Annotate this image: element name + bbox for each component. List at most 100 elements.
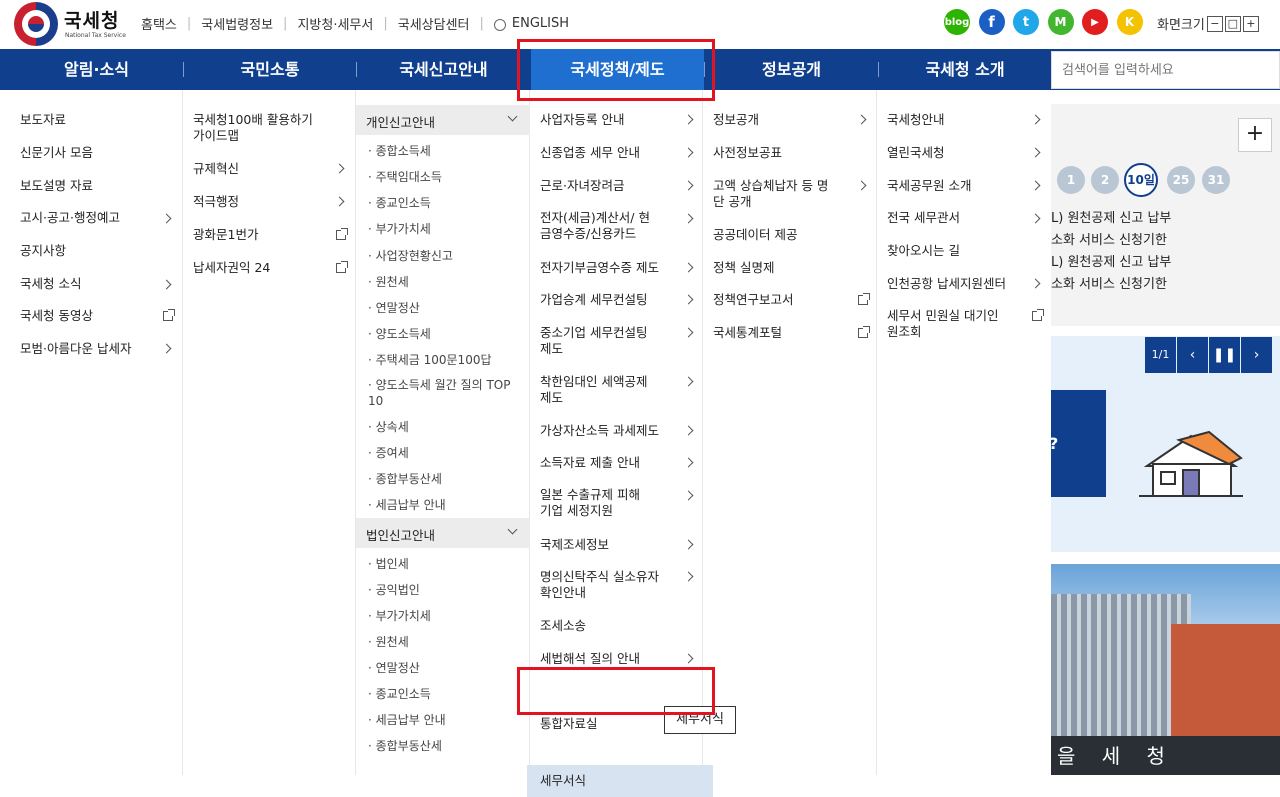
post-icon[interactable]: M — [1047, 9, 1074, 35]
gnb-item-disclosure[interactable]: 정보공개 — [705, 49, 878, 90]
gnb-item-news[interactable]: 알림·소식 — [10, 49, 183, 90]
submenu-item[interactable]: · 세금납부 안내 — [368, 711, 446, 728]
menu-item[interactable]: 국세청 동영상 — [20, 308, 93, 324]
menu-item[interactable]: 사전정보공표 — [713, 145, 782, 161]
menu-item[interactable]: 열린국세청 — [887, 145, 945, 161]
notice-text[interactable]: L) 원천공제 신고 납부 — [1051, 251, 1171, 270]
menu-item[interactable]: 전국 세무관서 — [887, 210, 960, 226]
submenu-item[interactable]: · 상속세 — [368, 418, 409, 435]
font-increase-button[interactable]: + — [1242, 15, 1259, 32]
submenu-item[interactable]: · 연말정산 — [368, 299, 420, 316]
menu-item[interactable]: 국세통계포털 — [713, 325, 782, 341]
gnb-item-about[interactable]: 국세청 소개 — [879, 49, 1051, 90]
submenu-item[interactable]: · 원천세 — [368, 633, 409, 650]
util-link-offices[interactable]: 지방청·세무서 — [297, 14, 373, 33]
submenu-item[interactable]: · 연말정산 — [368, 659, 420, 676]
menu-item[interactable]: 전자기부금영수증 제도 — [540, 260, 659, 276]
more-plus-button[interactable]: + — [1238, 118, 1272, 152]
menu-item[interactable]: 가업승계 세무컨설팅 — [540, 292, 647, 308]
menu-item[interactable]: 착한임대인 세액공제 제도 — [540, 374, 660, 406]
menu-item-selected[interactable]: 세무서식 — [527, 765, 713, 797]
menu-item[interactable]: 신종업종 세무 안내 — [540, 145, 640, 161]
submenu-item[interactable]: · 주택임대소득 — [368, 168, 442, 185]
calendar-date[interactable]: 31 — [1202, 166, 1230, 194]
menu-item[interactable]: 국세청 소식 — [20, 276, 81, 292]
submenu-header-personal[interactable]: 개인신고안내 — [356, 105, 530, 135]
util-link-counsel[interactable]: 국세상담센터 — [398, 14, 470, 33]
gnb-item-communication[interactable]: 국민소통 — [184, 49, 356, 90]
menu-item[interactable]: 소득자료 제출 안내 — [540, 455, 640, 471]
submenu-item[interactable]: · 양도소득세 월간 질의 TOP 10 — [368, 377, 518, 409]
menu-item[interactable]: 공지사항 — [20, 243, 66, 259]
menu-item[interactable]: 국세청안내 — [887, 112, 945, 128]
menu-item[interactable]: 명의신탁주식 실소유자 확인안내 — [540, 569, 670, 601]
submenu-item[interactable]: · 주택세금 100문100답 — [368, 351, 492, 368]
submenu-item[interactable]: · 세금납부 안내 — [368, 496, 446, 513]
menu-item[interactable]: 납세자권익 24 — [193, 260, 270, 276]
gnb-item-filing[interactable]: 국세신고안내 — [357, 49, 530, 90]
submenu-item[interactable]: · 종합부동산세 — [368, 737, 442, 754]
menu-item[interactable]: 신문기사 모음 — [20, 145, 93, 161]
menu-item[interactable]: 조세소송 — [540, 618, 586, 634]
submenu-item[interactable]: · 종교인소득 — [368, 685, 431, 702]
menu-item[interactable]: 사업자등록 안내 — [540, 112, 624, 128]
menu-item[interactable]: 적극행정 — [193, 194, 239, 210]
nts-logo[interactable]: 국세청 National Tax Service — [14, 2, 144, 46]
submenu-item[interactable]: · 부가가치세 — [368, 220, 431, 237]
menu-item[interactable]: 전자(세금)계산서/ 현금영수증/신용카드 — [540, 210, 660, 242]
menu-item[interactable]: 고액 상습체납자 등 명단 공개 — [713, 178, 833, 210]
submenu-item[interactable]: · 공익법인 — [368, 581, 420, 598]
menu-item[interactable]: 고시·공고·행정예고 — [20, 210, 120, 226]
twitter-icon[interactable]: t — [1013, 9, 1039, 35]
menu-item[interactable]: 세무서 민원실 대기인원조회 — [887, 308, 1007, 340]
calendar-date[interactable]: 25 — [1167, 166, 1195, 194]
notice-text[interactable]: L) 원천공제 신고 납부 — [1051, 207, 1171, 226]
blog-icon[interactable]: blog — [944, 9, 970, 35]
notice-text[interactable]: 소화 서비스 신청기한 — [1051, 273, 1167, 292]
menu-item-tax-forms[interactable]: 세무서식 — [540, 773, 586, 789]
menu-item[interactable]: 국세청100배 활용하기 가이드맵 — [193, 112, 323, 144]
menu-item[interactable]: 인천공항 납세지원센터 — [887, 276, 1006, 292]
next-button[interactable]: › — [1241, 337, 1272, 373]
menu-item[interactable]: 보도설명 자료 — [20, 178, 93, 194]
menu-item[interactable]: 모범·아름다운 납세자 — [20, 341, 131, 357]
calendar-date[interactable]: 2 — [1091, 166, 1119, 194]
notice-text[interactable]: 소화 서비스 신청기한 — [1051, 229, 1167, 248]
menu-item[interactable]: 가상자산소득 과세제도 — [540, 423, 659, 439]
submenu-item[interactable]: · 증여세 — [368, 444, 409, 461]
facebook-icon[interactable]: f — [978, 9, 1005, 35]
search-input[interactable] — [1052, 52, 1279, 88]
menu-item[interactable]: 정보공개 — [713, 112, 759, 128]
menu-item[interactable]: 규제혁신 — [193, 161, 239, 177]
calendar-date[interactable]: 1 — [1057, 166, 1085, 194]
util-link-law[interactable]: 국세법령정보 — [201, 14, 273, 33]
menu-item[interactable]: 정책연구보고서 — [713, 292, 794, 308]
font-reset-button[interactable]: □ — [1224, 15, 1241, 32]
menu-item[interactable]: 국제조세정보 — [540, 537, 609, 553]
submenu-item[interactable]: · 법인세 — [368, 555, 409, 572]
util-link-english[interactable]: ENGLISH — [512, 16, 569, 31]
submenu-item[interactable]: · 종합소득세 — [368, 142, 431, 159]
menu-item[interactable]: 세법해석 질의 안내 — [540, 651, 640, 667]
menu-item[interactable]: 광화문1번가 — [193, 227, 258, 243]
menu-item[interactable]: 중소기업 세무컨설팅 제도 — [540, 325, 660, 357]
pause-button[interactable]: ❚❚ — [1209, 337, 1240, 373]
building-photo[interactable]: 을 세 청 — [1051, 564, 1280, 775]
menu-item[interactable]: 보도자료 — [20, 112, 66, 128]
submenu-item[interactable]: · 양도소득세 — [368, 325, 431, 342]
submenu-item[interactable]: · 종합부동산세 — [368, 470, 442, 487]
calendar-date-current[interactable]: 10일 — [1124, 163, 1158, 197]
util-link-hometax[interactable]: 홈택스 — [141, 14, 177, 33]
font-decrease-button[interactable]: − — [1206, 15, 1223, 32]
prev-button[interactable]: ‹ — [1177, 337, 1208, 373]
kakao-icon[interactable]: K — [1116, 9, 1143, 35]
youtube-icon[interactable]: ▶ — [1082, 9, 1108, 35]
menu-item[interactable]: 근로·자녀장려금 — [540, 178, 624, 194]
menu-item[interactable]: 찾아오시는 길 — [887, 243, 960, 259]
submenu-header-corporate[interactable]: 법인신고안내 — [356, 518, 530, 548]
menu-item[interactable]: 국세공무원 소개 — [887, 178, 971, 194]
submenu-item[interactable]: · 원천세 — [368, 273, 409, 290]
menu-item[interactable]: 통합자료실 — [540, 716, 598, 732]
menu-item[interactable]: 공공데이터 제공 — [713, 227, 797, 243]
menu-item[interactable]: 일본 수출규제 피해기업 세정지원 — [540, 487, 650, 519]
